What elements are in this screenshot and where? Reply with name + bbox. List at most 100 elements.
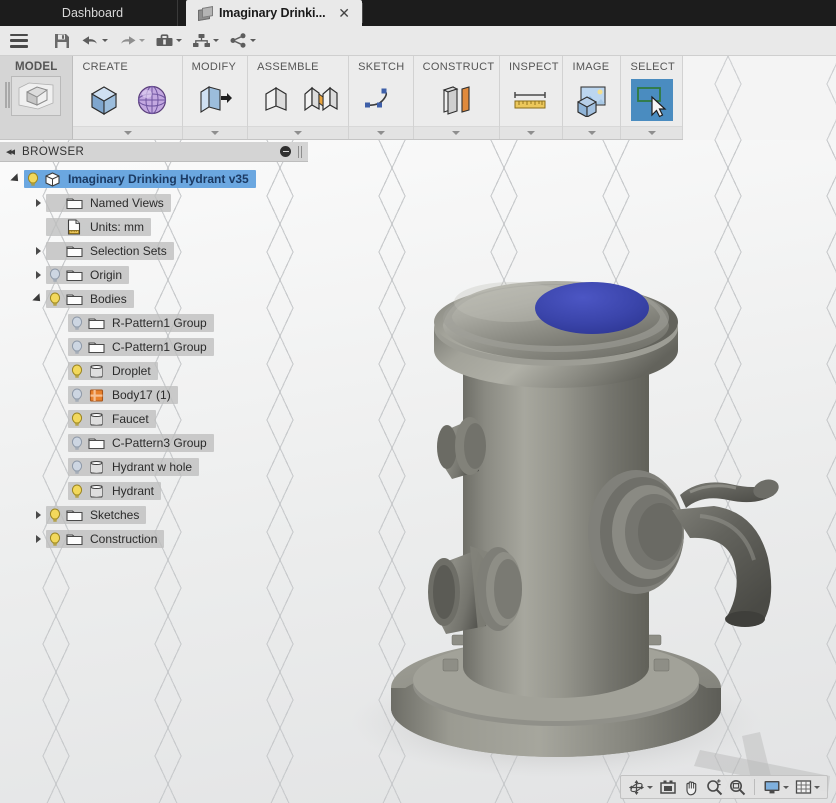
- browser-tree-item-sketches[interactable]: Sketches: [0, 503, 308, 527]
- browser-tree-item-units-mm[interactable]: Units: mm: [0, 215, 308, 239]
- browser-tree-row[interactable]: Droplet: [68, 362, 158, 380]
- redo-caret-icon[interactable]: [139, 39, 145, 42]
- ribbon-group-sketch-dropdown[interactable]: [349, 126, 413, 139]
- lightbulb-off-icon[interactable]: [68, 388, 86, 403]
- lightbulb-off-icon[interactable]: [68, 340, 86, 355]
- lightbulb-on-icon[interactable]: [46, 292, 64, 307]
- sphere-icon[interactable]: [131, 79, 173, 121]
- joint-icon[interactable]: [256, 79, 295, 121]
- share-button[interactable]: [224, 26, 261, 56]
- browser-tree-row[interactable]: C-Pattern3 Group: [68, 434, 214, 452]
- browser-tree-row[interactable]: Selection Sets: [46, 242, 174, 260]
- browser-tree-item-construction[interactable]: Construction: [0, 527, 308, 551]
- browser-tree-row[interactable]: Bodies: [46, 290, 134, 308]
- browser-tree-row[interactable]: R-Pattern1 Group: [68, 314, 214, 332]
- minus-circle-icon[interactable]: [280, 146, 291, 157]
- expand-arrow-closed-icon[interactable]: [30, 271, 46, 279]
- select-window-icon[interactable]: [631, 79, 673, 121]
- browser-tree-row[interactable]: Hydrant w hole: [68, 458, 199, 476]
- expand-arrow-closed-icon[interactable]: [30, 247, 46, 255]
- browser-tree-item-selection-sets[interactable]: Selection Sets: [0, 239, 308, 263]
- redo-button[interactable]: [113, 26, 150, 56]
- orbit-button[interactable]: [625, 775, 656, 799]
- offset-plane-icon[interactable]: [435, 79, 477, 121]
- grid-snaps-button[interactable]: [792, 775, 823, 799]
- zoom-button[interactable]: [703, 775, 726, 799]
- undo-button[interactable]: [76, 26, 113, 56]
- browser-tree-row[interactable]: Units: mm: [46, 218, 151, 236]
- lightbulb-off-icon[interactable]: [46, 268, 64, 283]
- selected-face[interactable]: [535, 282, 649, 334]
- workspace-switcher-model[interactable]: MODEL: [0, 56, 73, 139]
- grip-icon[interactable]: [298, 146, 302, 158]
- browser-tree-item-body17-1[interactable]: Body17 (1): [0, 383, 308, 407]
- lightbulb-on-icon[interactable]: [68, 484, 86, 499]
- browser-tree-row[interactable]: Imaginary Drinking Hydrant v35: [24, 170, 256, 188]
- browser-tree-row[interactable]: Hydrant: [68, 482, 161, 500]
- browser-tree-item-hydrant[interactable]: Hydrant: [0, 479, 308, 503]
- browser-tree-item-bodies[interactable]: Bodies: [0, 287, 308, 311]
- browser-tree-row[interactable]: Faucet: [68, 410, 156, 428]
- spline-icon[interactable]: [360, 79, 402, 121]
- box-icon[interactable]: [83, 79, 125, 121]
- browser-tree-item-c-pattern1-group[interactable]: C-Pattern1 Group: [0, 335, 308, 359]
- browser-tree-item-origin[interactable]: Origin: [0, 263, 308, 287]
- undo-caret-icon[interactable]: [102, 39, 108, 42]
- browser-tree-item-r-pattern1-group[interactable]: R-Pattern1 Group: [0, 311, 308, 335]
- browser-tree-row[interactable]: Construction: [46, 530, 164, 548]
- tab-dashboard[interactable]: Dashboard: [8, 0, 178, 26]
- lightbulb-on-icon[interactable]: [46, 508, 64, 523]
- browser-tree-row[interactable]: Named Views: [46, 194, 171, 212]
- browser-tree-item-named-views[interactable]: Named Views: [0, 191, 308, 215]
- expand-arrow-open-icon[interactable]: [30, 296, 46, 302]
- ribbon-group-create-dropdown[interactable]: [73, 126, 181, 139]
- tools-button[interactable]: [150, 26, 187, 56]
- share-caret-icon[interactable]: [250, 39, 256, 42]
- browser-tree-item-droplet[interactable]: Droplet: [0, 359, 308, 383]
- ribbon-group-inspect-dropdown[interactable]: [500, 126, 563, 139]
- ribbon-group-image-dropdown[interactable]: [563, 126, 620, 139]
- lightbulb-off-icon[interactable]: [68, 436, 86, 451]
- expand-arrow-open-icon[interactable]: [8, 176, 24, 182]
- ribbon-group-select-dropdown[interactable]: [621, 126, 682, 139]
- grid-caret-icon[interactable]: [814, 786, 820, 789]
- tab-document[interactable]: Imaginary Drinki... ✕: [186, 0, 362, 26]
- display-caret-icon[interactable]: [783, 786, 789, 789]
- save-button[interactable]: [48, 26, 76, 56]
- as-built-joint-icon[interactable]: [301, 79, 340, 121]
- app-menu-icon[interactable]: [0, 26, 38, 56]
- browser-tree-item-c-pattern3-group[interactable]: C-Pattern3 Group: [0, 431, 308, 455]
- look-at-button[interactable]: [656, 775, 680, 799]
- lightbulb-on-icon[interactable]: [68, 412, 86, 427]
- tools-caret-icon[interactable]: [176, 39, 182, 42]
- measure-ruler-icon[interactable]: [510, 79, 552, 121]
- lightbulb-on-icon[interactable]: [24, 172, 42, 187]
- lightbulb-off-icon[interactable]: [68, 316, 86, 331]
- expand-arrow-closed-icon[interactable]: [30, 511, 46, 519]
- press-pull-icon[interactable]: [194, 79, 236, 121]
- decal-image-icon[interactable]: [571, 79, 612, 121]
- browser-tree-row[interactable]: Origin: [46, 266, 129, 284]
- lightbulb-on-icon[interactable]: [68, 364, 86, 379]
- ribbon-group-assemble-dropdown[interactable]: [248, 126, 348, 139]
- pan-button[interactable]: [680, 775, 703, 799]
- fit-button[interactable]: [726, 775, 749, 799]
- browser-tree-item-imaginary-drinking-hydrant-v35[interactable]: Imaginary Drinking Hydrant v35: [0, 167, 308, 191]
- orbit-caret-icon[interactable]: [647, 786, 653, 789]
- close-icon[interactable]: ✕: [338, 6, 350, 20]
- hierarchy-button[interactable]: [187, 26, 224, 56]
- hierarchy-caret-icon[interactable]: [213, 39, 219, 42]
- lightbulb-on-icon[interactable]: [46, 532, 64, 547]
- expand-arrow-closed-icon[interactable]: [30, 535, 46, 543]
- ribbon-group-construct-dropdown[interactable]: [414, 126, 499, 139]
- browser-tree-row[interactable]: C-Pattern1 Group: [68, 338, 214, 356]
- ribbon-group-modify-dropdown[interactable]: [183, 126, 248, 139]
- browser-tree-row[interactable]: Sketches: [46, 506, 146, 524]
- browser-tree-item-hydrant-w-hole[interactable]: Hydrant w hole: [0, 455, 308, 479]
- browser-tree-row[interactable]: Body17 (1): [68, 386, 178, 404]
- lightbulb-off-icon[interactable]: [68, 460, 86, 475]
- expand-arrow-closed-icon[interactable]: [30, 199, 46, 207]
- display-settings-button[interactable]: [760, 775, 792, 799]
- double-chevron-left-icon[interactable]: ◂◂: [6, 145, 13, 158]
- browser-tree-item-faucet[interactable]: Faucet: [0, 407, 308, 431]
